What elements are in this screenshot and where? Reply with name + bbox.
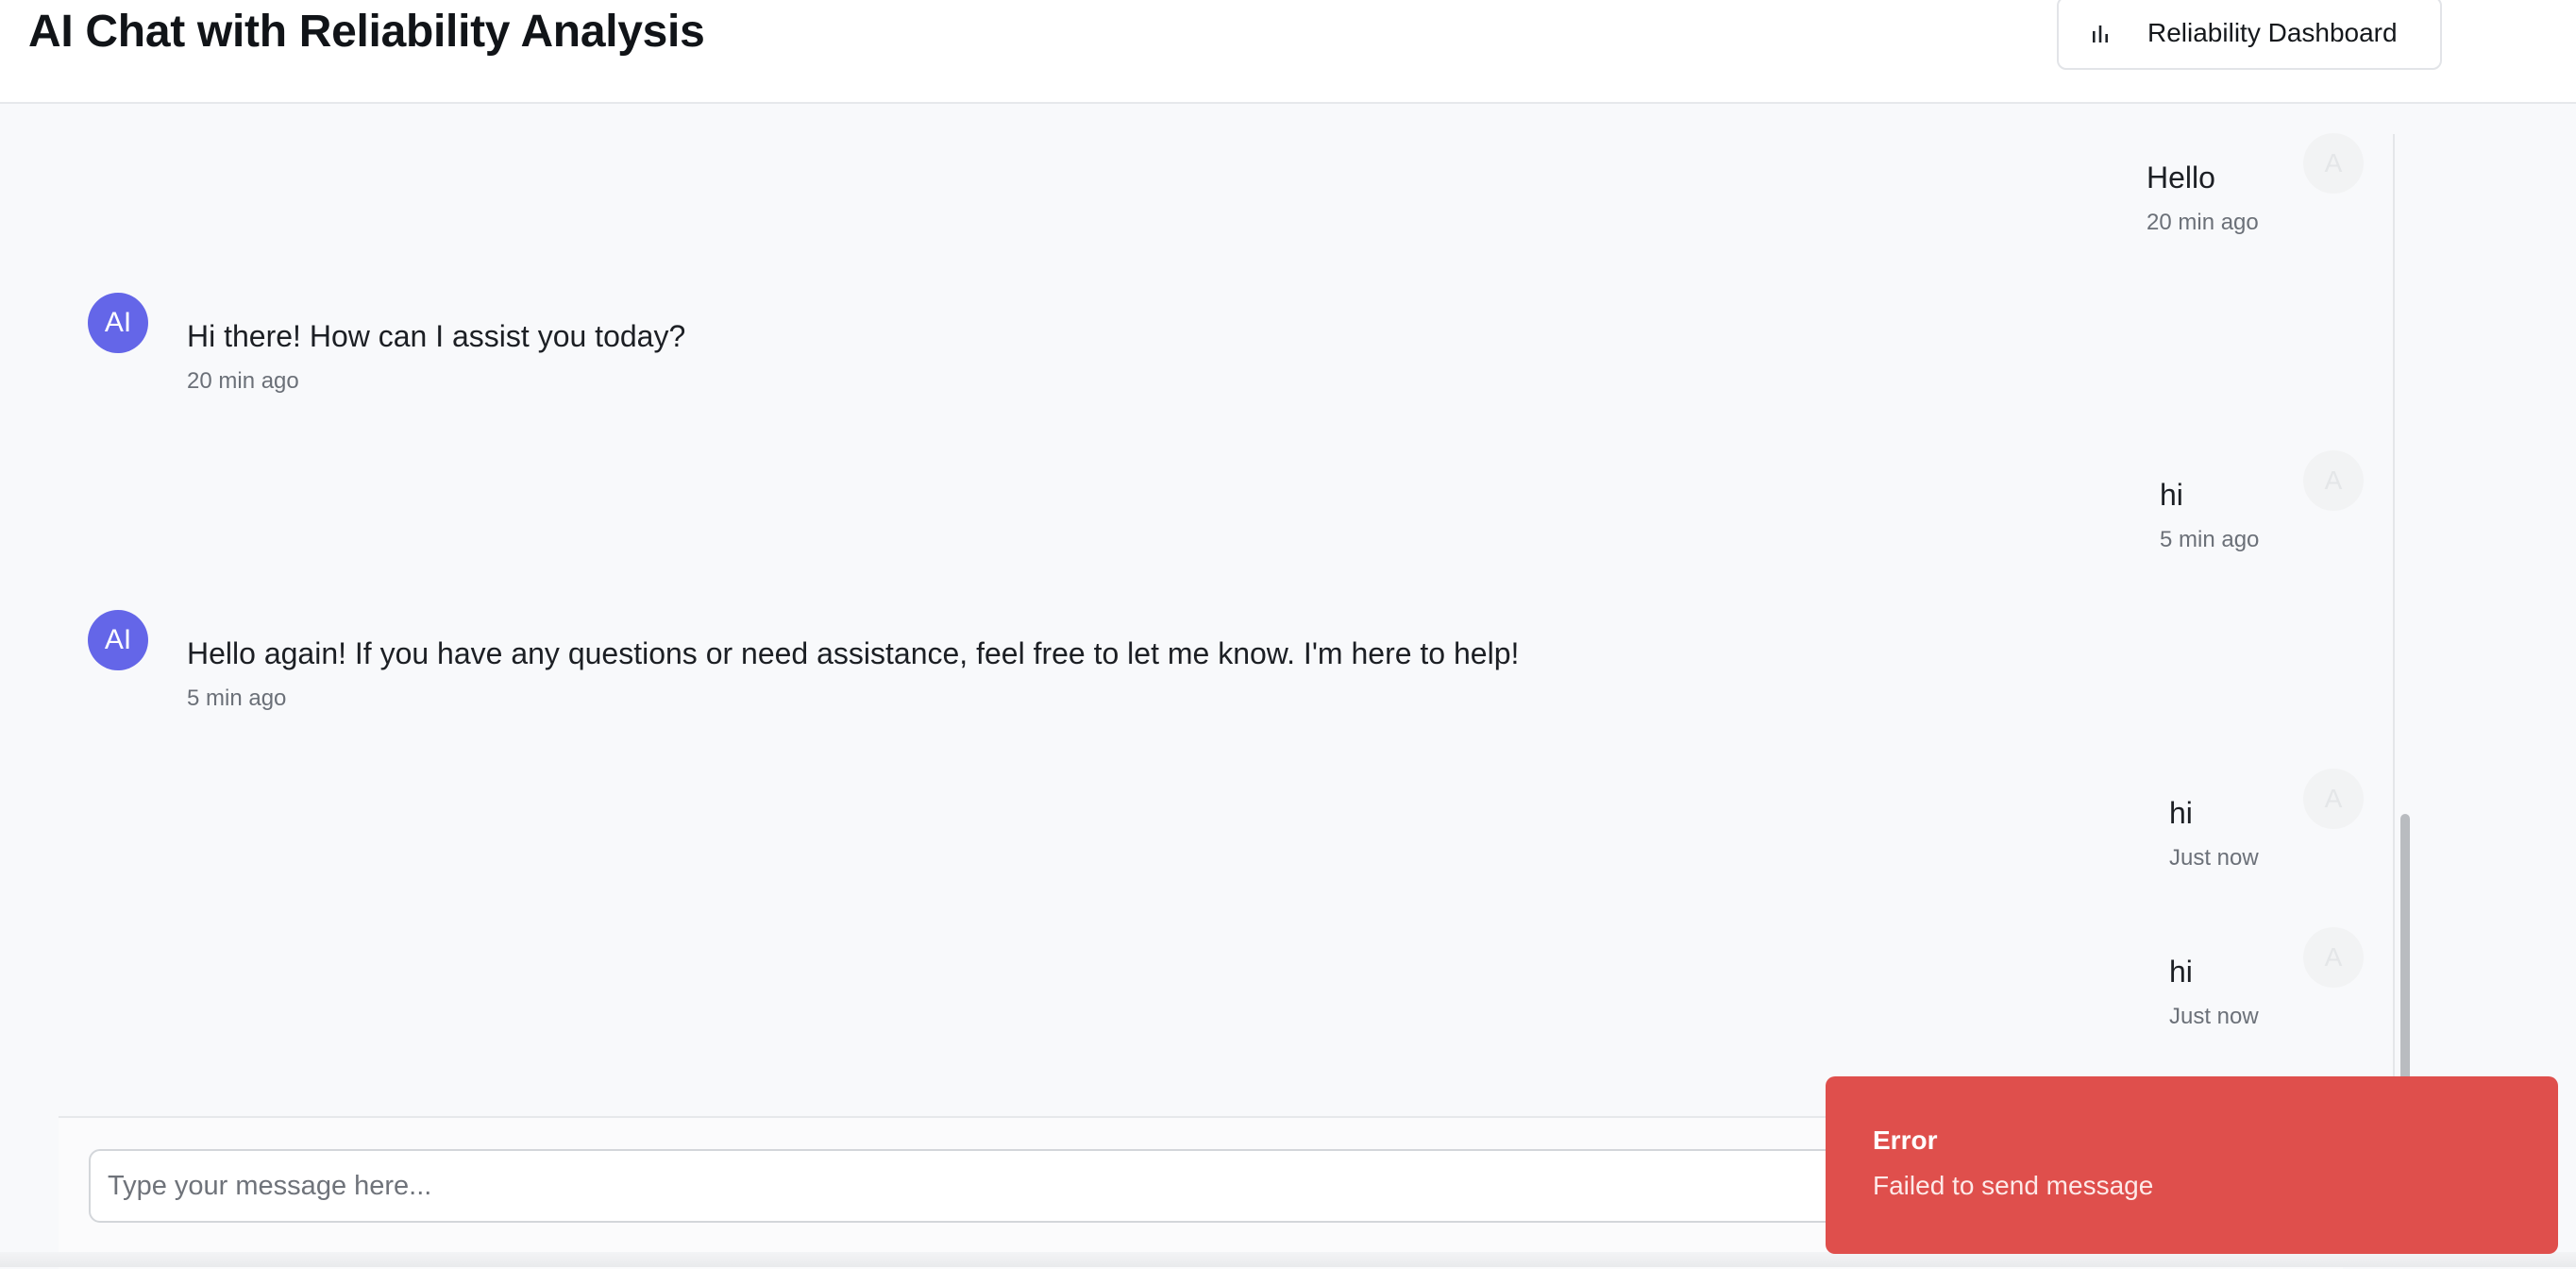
window-bottom-edge: [0, 1252, 2576, 1267]
bar-chart-icon: [2093, 25, 2108, 42]
dashboard-button-label: Reliability Dashboard: [2147, 18, 2398, 47]
message-timestamp: 5 min ago: [187, 685, 287, 711]
message-timestamp: Just now: [2169, 845, 2259, 871]
user-avatar: A: [2303, 769, 2364, 829]
ai-message-text: Hello again! If you have any questions o…: [187, 636, 1520, 670]
ai-message-text: Hi there! How can I assist you today?: [187, 319, 686, 353]
error-toast[interactable]: Error Failed to send message: [1826, 1076, 2558, 1254]
ai-avatar: AI: [88, 610, 148, 670]
reliability-dashboard-button[interactable]: Reliability Dashboard: [2057, 0, 2442, 70]
user-avatar: A: [2303, 133, 2364, 194]
user-avatar: A: [2303, 927, 2364, 988]
toast-description: Failed to send message: [1873, 1171, 2154, 1200]
message-timestamp: 20 min ago: [2147, 210, 2259, 235]
app-header: AI Chat with Reliability Analysis Reliab…: [0, 0, 2576, 104]
chat-message-list[interactable]: [59, 104, 2399, 1116]
chat-scrollbar-thumb[interactable]: [2400, 814, 2410, 1116]
message-input[interactable]: [89, 1149, 1958, 1223]
message-timestamp: 5 min ago: [2160, 527, 2260, 552]
toast-title: Error: [1873, 1125, 1938, 1155]
user-message-text: hi: [2160, 478, 2183, 512]
user-message-text: hi: [2169, 796, 2193, 830]
ai-avatar: AI: [88, 293, 148, 353]
user-message-text: hi: [2169, 955, 2193, 989]
page-title: AI Chat with Reliability Analysis: [28, 7, 705, 57]
user-avatar: A: [2303, 450, 2364, 511]
message-timestamp: Just now: [2169, 1004, 2259, 1029]
user-message-text: Hello: [2147, 161, 2215, 195]
message-timestamp: 20 min ago: [187, 368, 299, 394]
